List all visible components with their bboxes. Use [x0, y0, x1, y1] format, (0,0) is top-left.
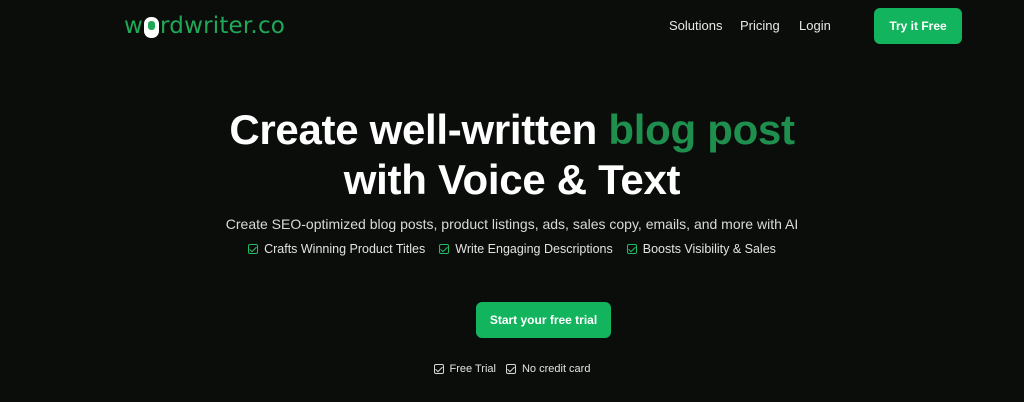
nav-link-login[interactable]: Login	[799, 18, 831, 33]
headline-line1-white: Create well-written	[229, 106, 609, 153]
nav-link-solutions[interactable]: Solutions	[669, 18, 722, 33]
logo-suffix: rdwriter.co	[160, 13, 286, 39]
feature-label: Crafts Winning Product Titles	[264, 242, 426, 256]
badge-item: No credit card	[505, 363, 591, 375]
headline: Create well-written blog post with Voice…	[0, 105, 1024, 205]
feature-label: Boosts Visibility & Sales	[642, 242, 776, 256]
checkbox-icon	[439, 244, 450, 254]
try-free-button[interactable]: Try it Free	[874, 8, 962, 44]
logo-prefix: w	[124, 13, 144, 39]
checkbox-icon	[248, 244, 259, 254]
trust-badges: Free Trial No credit card	[0, 363, 1024, 375]
checkbox-icon	[433, 364, 444, 374]
microphone-logo-icon	[144, 16, 160, 38]
badge-label: No credit card	[521, 363, 591, 375]
feature-item: Crafts Winning Product Titles	[248, 242, 425, 256]
badge-item: Free Trial	[433, 363, 496, 375]
badge-label: Free Trial	[449, 363, 496, 375]
checkbox-icon	[505, 364, 516, 374]
headline-line2: with Voice & Text	[343, 156, 681, 203]
headline-line1-green: blog post	[608, 106, 795, 153]
start-free-trial-button[interactable]: Start your free trial	[476, 302, 611, 338]
hero-subtitle: Create SEO-optimized blog posts, product…	[225, 216, 799, 232]
top-navigation: w rdwriter.co Solutions Pricing Login Tr…	[0, 0, 1024, 52]
hero-section: Create well-written blog post with Voice…	[0, 105, 1024, 205]
feature-item: Write Engaging Descriptions	[439, 242, 613, 256]
checkbox-icon	[626, 244, 637, 254]
feature-list: Crafts Winning Product Titles Write Enga…	[0, 242, 1024, 256]
feature-label: Write Engaging Descriptions	[455, 242, 613, 256]
feature-item: Boosts Visibility & Sales	[626, 242, 776, 256]
brand-logo[interactable]: w rdwriter.co	[124, 11, 285, 41]
nav-link-pricing[interactable]: Pricing	[740, 18, 780, 33]
